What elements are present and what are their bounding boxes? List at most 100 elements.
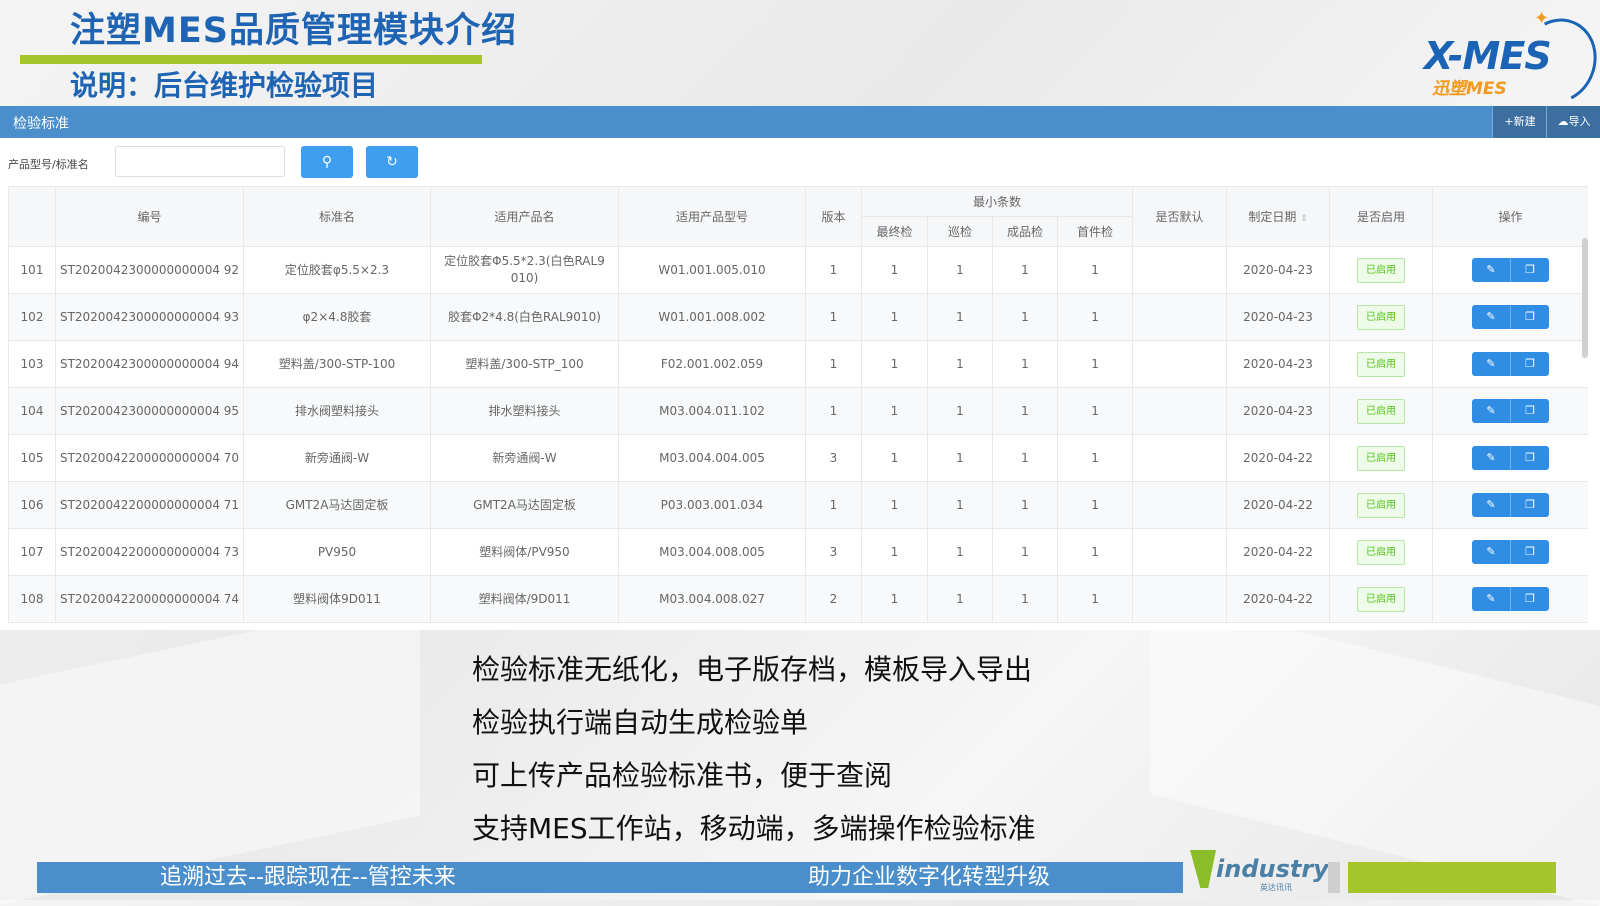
cell-version: 2 — [805, 575, 862, 623]
cell-version: 1 — [805, 387, 862, 435]
footer-green-block — [1348, 862, 1556, 893]
cell-is-default — [1132, 246, 1228, 294]
copy-icon[interactable]: ❐ — [1511, 352, 1550, 376]
enabled-badge[interactable]: 已启用 — [1357, 398, 1406, 424]
cell-std-name: PV950 — [243, 528, 431, 576]
search-button[interactable]: ⚲ — [301, 146, 353, 178]
standards-table: 编号 标准名 适用产品名 适用产品型号 版本 最小条数 是否默认 制定日期 ⇕ … — [8, 186, 1588, 623]
cell-ops: ✎ ❐ — [1432, 481, 1588, 529]
table-row[interactable]: 101 ST2020042300000000004 92 定位胶套φ5.5×2.3 定… — [8, 246, 1588, 294]
cell-index: 105 — [8, 434, 56, 482]
cell-product-name: 塑料阀体/PV950 — [430, 528, 619, 576]
sort-icon[interactable]: ⇕ — [1300, 214, 1308, 224]
cell-patrol: 1 — [927, 246, 993, 294]
cell-index: 103 — [8, 340, 56, 388]
cell-enabled: 已启用 — [1329, 387, 1434, 435]
copy-icon[interactable]: ❐ — [1511, 258, 1550, 282]
table-row[interactable]: 108 ST2020042200000000004 74 塑料阀体9D011 塑料阀体… — [8, 575, 1588, 623]
col-min-sample: 最小条数 — [860, 186, 1134, 217]
cell-version: 1 — [805, 340, 862, 388]
col-final: 最终检 — [861, 216, 928, 247]
cell-first: 1 — [1056, 340, 1134, 388]
cell-finished: 1 — [992, 481, 1058, 529]
edit-icon[interactable]: ✎ — [1472, 258, 1512, 282]
cell-product-model: F02.001.002.059 — [618, 340, 806, 388]
table-row[interactable]: 105 ST2020042200000000004 70 新旁通阀-W 新旁通阀-W M… — [8, 434, 1588, 482]
cell-patrol: 1 — [927, 340, 993, 388]
table-row[interactable]: 102 ST2020042300000000004 93 φ2×4.8胶套 胶套Φ2*… — [8, 293, 1588, 341]
cell-enabled: 已启用 — [1329, 246, 1434, 294]
copy-icon[interactable]: ❐ — [1511, 305, 1550, 329]
search-input[interactable] — [115, 146, 285, 177]
bullet-2: 检验执行端自动生成检验单 — [472, 706, 809, 739]
logo-star-icon: ✦ — [1534, 8, 1550, 29]
cell-final: 1 — [861, 340, 928, 388]
cell-index: 106 — [8, 481, 56, 529]
cell-enabled: 已启用 — [1329, 293, 1434, 341]
cell-product-name: GMT2A马达固定板 — [430, 481, 619, 529]
cell-final: 1 — [861, 481, 928, 529]
edit-icon[interactable]: ✎ — [1472, 305, 1512, 329]
new-button[interactable]: +新建 — [1492, 106, 1547, 138]
edit-icon[interactable]: ✎ — [1472, 540, 1512, 564]
cell-code: ST2020042200000000004 71 — [55, 481, 244, 529]
copy-icon[interactable]: ❐ — [1511, 587, 1550, 611]
reset-button[interactable]: ↻ — [366, 146, 418, 178]
edit-icon[interactable]: ✎ — [1472, 352, 1512, 376]
cell-product-model: P03.003.001.034 — [618, 481, 806, 529]
edit-icon[interactable]: ✎ — [1472, 446, 1512, 470]
edit-icon[interactable]: ✎ — [1472, 399, 1512, 423]
cell-finished: 1 — [992, 387, 1058, 435]
cell-enabled: 已启用 — [1329, 340, 1434, 388]
enabled-badge[interactable]: 已启用 — [1357, 257, 1406, 283]
cell-is-default — [1132, 387, 1228, 435]
cell-patrol: 1 — [927, 575, 993, 623]
table-row[interactable]: 107 ST2020042200000000004 73 PV950 塑料阀体/PV9… — [8, 528, 1588, 576]
copy-icon[interactable]: ❐ — [1511, 399, 1550, 423]
cell-patrol: 1 — [927, 528, 993, 576]
cell-date: 2020-04-22 — [1226, 481, 1331, 529]
refresh-icon: ↻ — [386, 154, 398, 170]
logo-main-text: X-MES — [1424, 34, 1552, 78]
col-date[interactable]: 制定日期 ⇕ — [1226, 186, 1331, 247]
industry-logo-mark — [1190, 850, 1216, 888]
edit-icon[interactable]: ✎ — [1472, 587, 1512, 611]
copy-icon[interactable]: ❐ — [1511, 446, 1550, 470]
import-button[interactable]: ☁导入 — [1546, 106, 1600, 138]
cell-code: ST2020042200000000004 73 — [55, 528, 244, 576]
cell-index: 102 — [8, 293, 56, 341]
cell-std-name: 塑料阀体9D011 — [243, 575, 431, 623]
table-row[interactable]: 104 ST2020042300000000004 95 排水阀塑料接头 排水塑料接头… — [8, 387, 1588, 435]
enabled-badge[interactable]: 已启用 — [1357, 445, 1406, 471]
cell-first: 1 — [1056, 293, 1134, 341]
enabled-badge[interactable]: 已启用 — [1357, 492, 1406, 518]
cell-product-model: M03.004.008.027 — [618, 575, 806, 623]
enabled-badge[interactable]: 已启用 — [1357, 304, 1406, 330]
cell-first: 1 — [1056, 575, 1134, 623]
cell-final: 1 — [861, 246, 928, 294]
cell-date: 2020-04-23 — [1226, 293, 1331, 341]
copy-icon[interactable]: ❐ — [1511, 540, 1550, 564]
cell-product-name: 胶套Φ2*4.8(白色RAL9010) — [430, 293, 619, 341]
industry-logo: industry 英达讯讯 — [1190, 850, 1329, 895]
cell-final: 1 — [861, 434, 928, 482]
table-row[interactable]: 106 ST2020042200000000004 71 GMT2A马达固定板 GMT… — [8, 481, 1588, 529]
table-scrollbar[interactable] — [1582, 238, 1588, 358]
cell-product-model: M03.004.004.005 — [618, 434, 806, 482]
col-enabled: 是否启用 — [1329, 186, 1434, 247]
cell-std-name: 新旁通阀-W — [243, 434, 431, 482]
cell-final: 1 — [861, 293, 928, 341]
enabled-badge[interactable]: 已启用 — [1357, 539, 1406, 565]
cell-first: 1 — [1056, 246, 1134, 294]
col-product-name: 适用产品名 — [430, 186, 619, 247]
footer-left-text: 追溯过去--跟踪现在--管控未来 — [160, 865, 456, 890]
cell-product-name: 定位胶套Φ5.5*2.3(白色RAL9 010) — [430, 246, 619, 294]
edit-icon[interactable]: ✎ — [1472, 493, 1512, 517]
cell-final: 1 — [861, 575, 928, 623]
bullet-3: 可上传产品检验标准书，便于查阅 — [472, 759, 893, 792]
enabled-badge[interactable]: 已启用 — [1357, 351, 1406, 377]
table-row[interactable]: 103 ST2020042300000000004 94 塑料盖/300-STP-1… — [8, 340, 1588, 388]
enabled-badge[interactable]: 已启用 — [1357, 586, 1406, 612]
copy-icon[interactable]: ❐ — [1511, 493, 1550, 517]
col-ops: 操作 — [1432, 186, 1588, 247]
